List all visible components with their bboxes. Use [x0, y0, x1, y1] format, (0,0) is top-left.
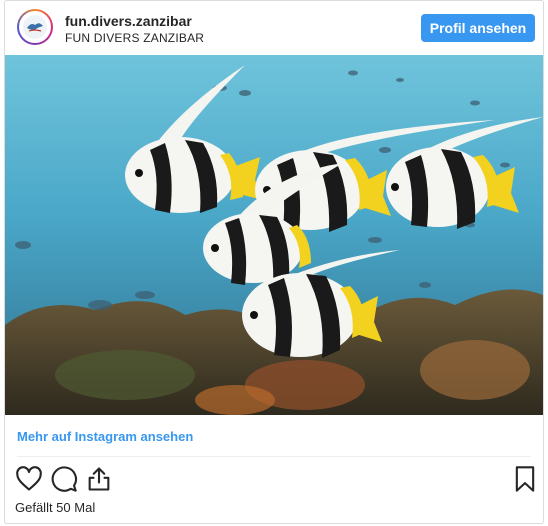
likes-count: Gefällt 50 Mal: [15, 500, 96, 515]
account-subtitle: FUN DIVERS ZANZIBAR: [65, 31, 205, 45]
view-more-on-instagram-link[interactable]: Mehr auf Instagram ansehen: [17, 429, 193, 444]
post-header: fun.divers.zanzibar FUN DIVERS ZANZIBAR …: [5, 1, 543, 55]
username[interactable]: fun.divers.zanzibar: [65, 13, 192, 29]
view-profile-button[interactable]: Profil ansehen: [421, 14, 535, 42]
share-icon[interactable]: [85, 465, 113, 493]
avatar-logo: [19, 11, 51, 43]
underwater-fish-image: [5, 55, 543, 415]
instagram-embed-card: fun.divers.zanzibar FUN DIVERS ZANZIBAR …: [4, 0, 544, 524]
avatar[interactable]: [17, 9, 53, 45]
divider: [17, 456, 531, 457]
bookmark-icon[interactable]: [511, 465, 539, 493]
post-photo[interactable]: [5, 55, 543, 415]
heart-icon[interactable]: [15, 465, 43, 493]
action-bar: [5, 461, 543, 495]
comment-icon[interactable]: [50, 465, 78, 493]
